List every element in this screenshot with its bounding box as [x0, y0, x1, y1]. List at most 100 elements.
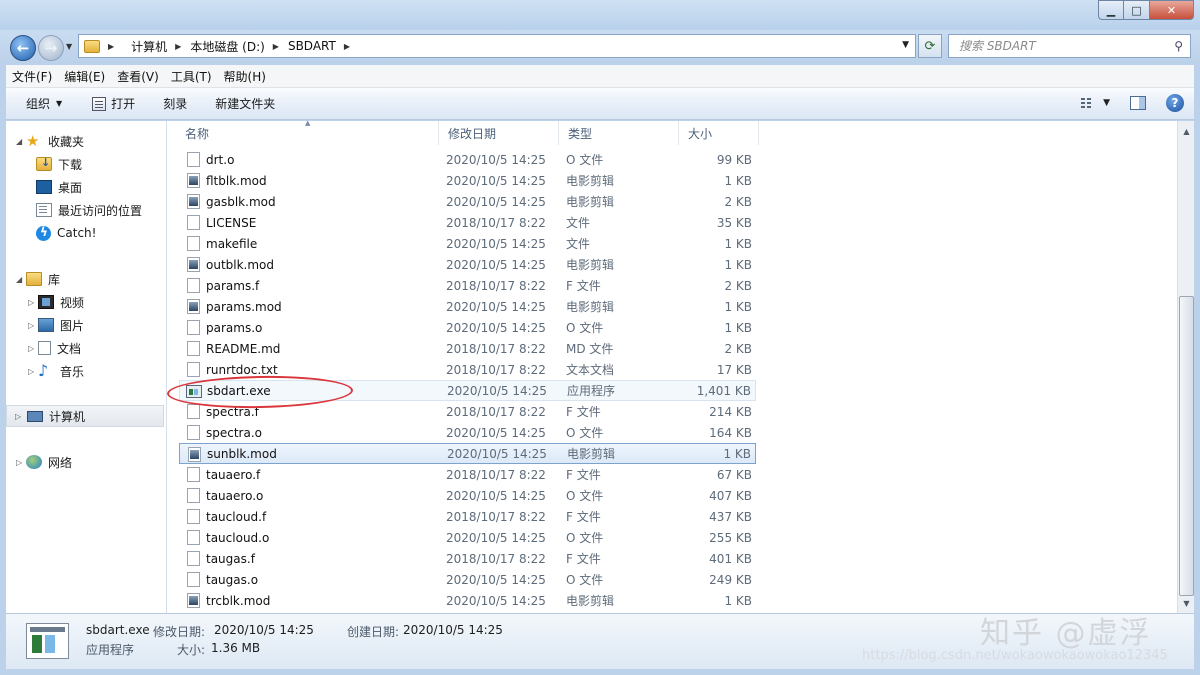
menu-edit[interactable]: 编辑(E): [58, 68, 111, 85]
sidebar-item-documents[interactable]: 文档: [6, 337, 164, 359]
file-row[interactable]: gasblk.mod 2020/10/5 14:25 电影剪辑 2 KB: [179, 191, 756, 212]
sidebar-item-catch[interactable]: Catch!: [6, 222, 164, 244]
breadcrumb-arrow[interactable]: ▶: [175, 42, 190, 51]
file-row[interactable]: taucloud.f 2018/10/17 8:22 F 文件 437 KB: [179, 506, 756, 527]
recent-pages-dropdown-icon[interactable]: ▼: [66, 42, 72, 51]
file-name: LICENSE: [206, 215, 257, 230]
sidebar-item-pictures[interactable]: 图片: [6, 314, 164, 336]
close-button[interactable]: ✕: [1150, 0, 1194, 20]
downloads-folder-icon: [36, 156, 52, 171]
burn-button[interactable]: 刻录: [163, 95, 187, 112]
scroll-up-icon[interactable]: ▲: [1179, 123, 1194, 139]
open-button[interactable]: 打开: [92, 95, 135, 112]
file-row[interactable]: runrtdoc.txt 2018/10/17 8:22 文本文档 17 KB: [179, 359, 756, 380]
file-name: spectra.o: [206, 425, 262, 440]
file-size: 2 KB: [724, 278, 752, 293]
menu-view[interactable]: 查看(V): [111, 68, 165, 85]
menu-help[interactable]: 帮助(H): [218, 68, 272, 85]
vertical-scrollbar[interactable]: ▲ ▼: [1177, 121, 1194, 613]
column-header-date[interactable]: 修改日期: [439, 121, 559, 145]
file-row[interactable]: makefile 2020/10/5 14:25 文件 1 KB: [179, 233, 756, 254]
file-row[interactable]: taucloud.o 2020/10/5 14:25 O 文件 255 KB: [179, 527, 756, 548]
search-icon[interactable]: ⚲: [1174, 39, 1183, 53]
sidebar-item-desktop[interactable]: 桌面: [6, 176, 164, 198]
menu-bar: 文件(F) 编辑(E) 查看(V) 工具(T) 帮助(H): [6, 65, 1194, 88]
breadcrumb-arrow[interactable]: ▶: [344, 42, 359, 51]
organize-button[interactable]: 组织 ▼: [26, 95, 62, 112]
command-bar: 组织 ▼ 打开 刻录 新建文件夹 ▼ ?: [6, 88, 1194, 120]
maximize-button[interactable]: □: [1124, 0, 1150, 20]
open-icon: [92, 96, 107, 111]
file-row[interactable]: spectra.f 2018/10/17 8:22 F 文件 214 KB: [179, 401, 756, 422]
file-row[interactable]: params.mod 2020/10/5 14:25 电影剪辑 1 KB: [179, 296, 756, 317]
view-details-icon[interactable]: [1081, 97, 1097, 109]
back-button[interactable]: ←: [10, 35, 36, 61]
menu-file[interactable]: 文件(F): [6, 68, 58, 85]
file-row[interactable]: tauaero.f 2018/10/17 8:22 F 文件 67 KB: [179, 464, 756, 485]
sidebar-item-network[interactable]: 网络: [6, 451, 164, 473]
file-icon: [187, 551, 200, 566]
help-icon[interactable]: ?: [1166, 94, 1184, 112]
column-header-type[interactable]: 类型: [559, 121, 679, 145]
expand-arrow-icon[interactable]: ▷: [15, 412, 21, 421]
sidebar-item-music[interactable]: ♪ 音乐: [6, 360, 164, 382]
file-name: sbdart.exe: [207, 383, 271, 398]
file-row[interactable]: params.f 2018/10/17 8:22 F 文件 2 KB: [179, 275, 756, 296]
file-row[interactable]: params.o 2020/10/5 14:25 O 文件 1 KB: [179, 317, 756, 338]
breadcrumb-arrow-root[interactable]: ▶: [108, 42, 123, 51]
file-row[interactable]: outblk.mod 2020/10/5 14:25 电影剪辑 1 KB: [179, 254, 756, 275]
column-header-size[interactable]: 大小: [679, 121, 759, 145]
breadcrumb-computer[interactable]: 计算机: [131, 38, 167, 55]
navigation-pane: ◢ ★收藏夹 下载 桌面 最近访问的位置 Catch! ◢ 库 ▷ 视频 ▷ 图…: [6, 121, 167, 613]
file-row[interactable]: sunblk.mod 2020/10/5 14:25 电影剪辑 1 KB: [179, 443, 756, 464]
search-box[interactable]: ⚲: [948, 34, 1191, 58]
forward-button[interactable]: →: [38, 35, 64, 61]
movie-clip-file-icon: [187, 173, 200, 188]
scroll-down-icon[interactable]: ▼: [1179, 595, 1194, 611]
file-type: O 文件: [566, 531, 604, 545]
address-dropdown-icon[interactable]: ▼: [902, 40, 909, 50]
sidebar-item-libraries[interactable]: 库: [6, 268, 164, 290]
address-bar[interactable]: ▶ 计算机 ▶ 本地磁盘 (D:) ▶ SBDART ▶ ▼: [78, 34, 916, 58]
sidebar-item-favorites[interactable]: ★ 收藏夹: [6, 130, 164, 152]
file-type: 电影剪辑: [566, 195, 615, 209]
file-size: 1,401 KB: [696, 383, 751, 398]
sidebar-item-recent[interactable]: 最近访问的位置: [6, 199, 164, 221]
file-row[interactable]: trcblk.mod 2020/10/5 14:25 电影剪辑 1 KB: [179, 590, 756, 611]
folder-icon: [84, 39, 100, 53]
breadcrumb-arrow[interactable]: ▶: [273, 42, 288, 51]
file-name: gasblk.mod: [206, 194, 276, 209]
search-input[interactable]: [959, 39, 1159, 53]
file-row[interactable]: fltblk.mod 2020/10/5 14:25 电影剪辑 1 KB: [179, 170, 756, 191]
scrollbar-thumb[interactable]: [1179, 296, 1194, 596]
recent-places-icon: [36, 203, 52, 217]
file-modified-date: 2020/10/5 14:25: [446, 572, 546, 587]
minimize-button[interactable]: ▁: [1098, 0, 1124, 20]
view-options-dropdown-icon[interactable]: ▼: [1103, 98, 1110, 108]
column-header-name[interactable]: 名称: [176, 121, 439, 145]
new-folder-label: 新建文件夹: [215, 97, 276, 111]
file-icon: [187, 215, 200, 230]
file-row[interactable]: taugas.o 2020/10/5 14:25 O 文件 249 KB: [179, 569, 756, 590]
menu-tools[interactable]: 工具(T): [165, 68, 218, 85]
file-row[interactable]: spectra.o 2020/10/5 14:25 O 文件 164 KB: [179, 422, 756, 443]
preview-pane-icon[interactable]: [1130, 96, 1146, 110]
breadcrumb-sbdart[interactable]: SBDART: [288, 39, 336, 53]
file-row[interactable]: drt.o 2020/10/5 14:25 O 文件 99 KB: [179, 149, 756, 170]
breadcrumb-drive[interactable]: 本地磁盘 (D:): [190, 38, 264, 55]
file-icon: [187, 509, 200, 524]
sidebar-item-computer[interactable]: ▷ 计算机: [6, 405, 164, 427]
file-name: fltblk.mod: [206, 173, 267, 188]
window-controls: ▁ □ ✕: [1098, 0, 1194, 20]
new-folder-button[interactable]: 新建文件夹: [215, 95, 275, 112]
file-row[interactable]: tauaero.o 2020/10/5 14:25 O 文件 407 KB: [179, 485, 756, 506]
details-modified-label: 修改日期:: [153, 625, 206, 639]
sidebar-item-videos[interactable]: 视频: [6, 291, 164, 313]
file-row[interactable]: README.md 2018/10/17 8:22 MD 文件 2 KB: [179, 338, 756, 359]
file-row[interactable]: LICENSE 2018/10/17 8:22 文件 35 KB: [179, 212, 756, 233]
file-name: README.md: [206, 341, 281, 356]
file-row[interactable]: sbdart.exe 2020/10/5 14:25 应用程序 1,401 KB: [179, 380, 756, 401]
file-row[interactable]: taugas.f 2018/10/17 8:22 F 文件 401 KB: [179, 548, 756, 569]
sidebar-item-downloads[interactable]: 下载: [6, 153, 164, 175]
refresh-button[interactable]: ⟳: [918, 34, 942, 58]
